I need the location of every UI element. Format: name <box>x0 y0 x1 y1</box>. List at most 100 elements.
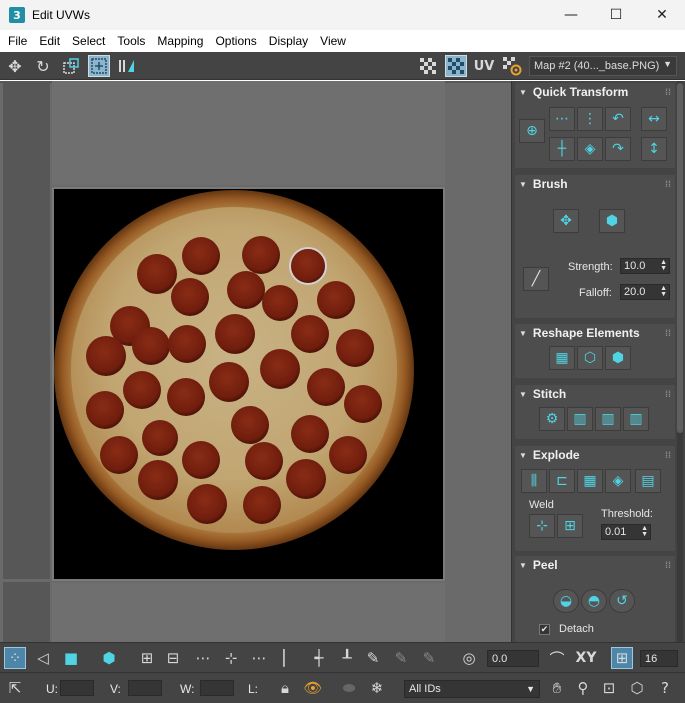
detach-edge-icon[interactable]: ⊏ <box>549 469 575 493</box>
v-input[interactable] <box>128 680 162 696</box>
spinner-arrows-icon[interactable]: ▲ ▼ <box>660 259 667 272</box>
ids-filter-select[interactable]: All IDs ▼ <box>404 680 540 698</box>
weld-selected-icon[interactable]: ⊹ <box>529 514 555 538</box>
xy-axis-toggle[interactable]: XY <box>572 647 600 669</box>
ring-icon[interactable]: ⋯ <box>248 647 270 669</box>
flatten-by-smoothing-icon[interactable]: ◈ <box>605 469 631 493</box>
mirror-icon[interactable] <box>116 55 138 77</box>
set-pivot-icon[interactable]: ⊕ <box>519 119 545 143</box>
map-select[interactable]: Map #2 (40..._base.PNG) ▼ <box>529 56 677 76</box>
pan-icon[interactable]: ✋︎ <box>546 677 568 699</box>
shrink-selection-icon[interactable]: ⊟ <box>162 647 184 669</box>
relax-brush-icon[interactable]: ⬢ <box>599 209 625 233</box>
spinner-arrows-icon[interactable]: ▲ ▼ <box>660 285 667 298</box>
drag-grip-icon[interactable]: ⁞⁞ <box>665 179 671 189</box>
detach-checkbox[interactable]: ✔ <box>539 624 550 635</box>
ring-grow-icon[interactable]: ▏ <box>278 647 300 669</box>
edge-mode-icon[interactable]: ◁ <box>32 647 54 669</box>
texture-settings-icon[interactable] <box>501 55 523 77</box>
menu-select[interactable]: Select <box>66 34 111 48</box>
explode-header[interactable]: ▼ Explode ⁞⁞ <box>515 446 675 464</box>
align-horizontal-icon[interactable]: ⋯ <box>549 107 575 131</box>
vertex-mode-icon[interactable]: ⁘ <box>4 647 26 669</box>
drag-grip-icon[interactable]: ⁞⁞ <box>665 389 671 399</box>
align-grid-icon[interactable]: ◈ <box>577 137 603 161</box>
peel-mode-icon[interactable]: ◓ <box>581 589 607 613</box>
element-mode-icon[interactable]: ⬢ <box>98 647 120 669</box>
absolute-offset-icon[interactable]: ⇱ <box>4 677 26 699</box>
move-icon[interactable]: ✥ <box>4 55 26 77</box>
paint-select-shrink-icon[interactable]: ✎ <box>418 647 440 669</box>
grid-spinner[interactable]: 16 <box>640 650 678 667</box>
break-icon[interactable]: ⫼ <box>521 469 547 493</box>
polygon-mode-icon[interactable]: ■ <box>60 647 82 669</box>
align-vertical-icon[interactable]: ⋮ <box>577 107 603 131</box>
scale-icon[interactable] <box>60 55 82 77</box>
straighten-icon[interactable]: ┼ <box>549 137 575 161</box>
drag-grip-icon[interactable]: ⁞⁞ <box>665 87 671 97</box>
zoom-icon[interactable]: ⚲ <box>572 677 594 699</box>
close-button[interactable]: ✕ <box>639 0 685 30</box>
zoom-extents-icon[interactable]: ⬡ <box>626 677 648 699</box>
brush-header[interactable]: ▼ Brush ⁞⁞ <box>515 175 675 193</box>
menu-display[interactable]: Display <box>263 34 314 48</box>
scrollbar-thumb[interactable] <box>677 83 683 433</box>
rotate-ccw-icon[interactable]: ↶ <box>605 107 631 131</box>
drag-grip-icon[interactable]: ⁞⁞ <box>665 450 671 460</box>
panel-scrollbar[interactable] <box>677 81 683 642</box>
paint-move-icon[interactable]: ✥ <box>553 209 579 233</box>
menu-options[interactable]: Options <box>209 34 262 48</box>
flatten-by-polygon-icon[interactable]: ▦ <box>577 469 603 493</box>
uv-viewport[interactable] <box>0 81 511 642</box>
spinner-arrows-icon[interactable]: ▲ ▼ <box>641 525 648 538</box>
quick-transform-header[interactable]: ▼ Quick Transform ⁞⁞ <box>515 83 675 101</box>
checker-pattern-icon[interactable] <box>417 55 439 77</box>
peel-header[interactable]: ▼ Peel ⁞⁞ <box>515 556 675 574</box>
loop-grow-icon[interactable]: ⊹ <box>220 647 242 669</box>
flatten-by-material-icon[interactable]: ▤ <box>635 469 661 493</box>
freeze-icon[interactable]: ❄ <box>366 677 388 699</box>
menu-view[interactable]: View <box>314 34 352 48</box>
relax-icon[interactable]: ⬡ <box>577 346 603 370</box>
falloff-type-icon[interactable]: ╱ <box>523 267 549 291</box>
maximize-button[interactable]: ☐ <box>593 0 639 30</box>
w-input[interactable] <box>200 680 234 696</box>
threshold-spinner[interactable]: 0.01 ▲ ▼ <box>601 524 651 540</box>
drag-grip-icon[interactable]: ⁞⁞ <box>665 328 671 338</box>
loop-icon[interactable]: ⋯ <box>192 647 214 669</box>
drag-grip-icon[interactable]: ⁞⁞ <box>665 560 671 570</box>
stitch-to-target-icon[interactable]: ▥ <box>567 407 593 431</box>
stitch-to-source-icon[interactable]: ▥ <box>623 407 649 431</box>
menu-mapping[interactable]: Mapping <box>151 34 209 48</box>
falloff-curve-icon[interactable]: ⌒ <box>546 647 568 669</box>
show-map-icon[interactable] <box>445 55 467 77</box>
stitch-custom-icon[interactable]: ⚙ <box>539 407 565 431</box>
peel-reset-icon[interactable]: ↺ <box>609 589 635 613</box>
offset-spinner[interactable]: 0.0 <box>487 650 539 667</box>
zoom-region-icon[interactable]: ⊡ <box>598 677 620 699</box>
straighten-selection-icon[interactable]: ▦ <box>549 346 575 370</box>
space-horizontal-icon[interactable]: ↔ <box>641 107 667 131</box>
uv-toggle[interactable]: UV <box>473 55 495 77</box>
reshape-elements-header[interactable]: ▼ Reshape Elements ⁞⁞ <box>515 324 675 342</box>
show-icon[interactable]: ⬬ <box>338 677 360 699</box>
hide-icon[interactable]: 👁︎ <box>302 677 324 699</box>
grid-snap-icon[interactable]: ⊞ <box>611 647 633 669</box>
paint-select-icon[interactable]: ✎ <box>362 647 384 669</box>
strength-spinner[interactable]: 10.0 ▲ ▼ <box>620 258 670 274</box>
lock-icon[interactable]: 🔒︎ <box>274 677 296 699</box>
relax-settings-icon[interactable]: ⬢ <box>605 346 631 370</box>
paint-select-grow-icon[interactable]: ✎ <box>390 647 412 669</box>
falloff-spinner[interactable]: 20.0 ▲ ▼ <box>620 284 670 300</box>
rotate-icon[interactable]: ↻ <box>32 55 54 77</box>
texture-map-region[interactable] <box>52 187 445 581</box>
quick-peel-icon[interactable]: ◒ <box>553 589 579 613</box>
soft-selection-icon[interactable]: ◎ <box>458 647 480 669</box>
help-icon[interactable]: ? <box>654 677 676 699</box>
stitch-average-icon[interactable]: ▥ <box>595 407 621 431</box>
space-vertical-icon[interactable]: ↕ <box>641 137 667 161</box>
minimize-button[interactable]: — <box>548 0 594 30</box>
stitch-header[interactable]: ▼ Stitch ⁞⁞ <box>515 385 675 403</box>
menu-file[interactable]: File <box>2 34 33 48</box>
edge-select-icon[interactable]: ┸ <box>336 647 358 669</box>
